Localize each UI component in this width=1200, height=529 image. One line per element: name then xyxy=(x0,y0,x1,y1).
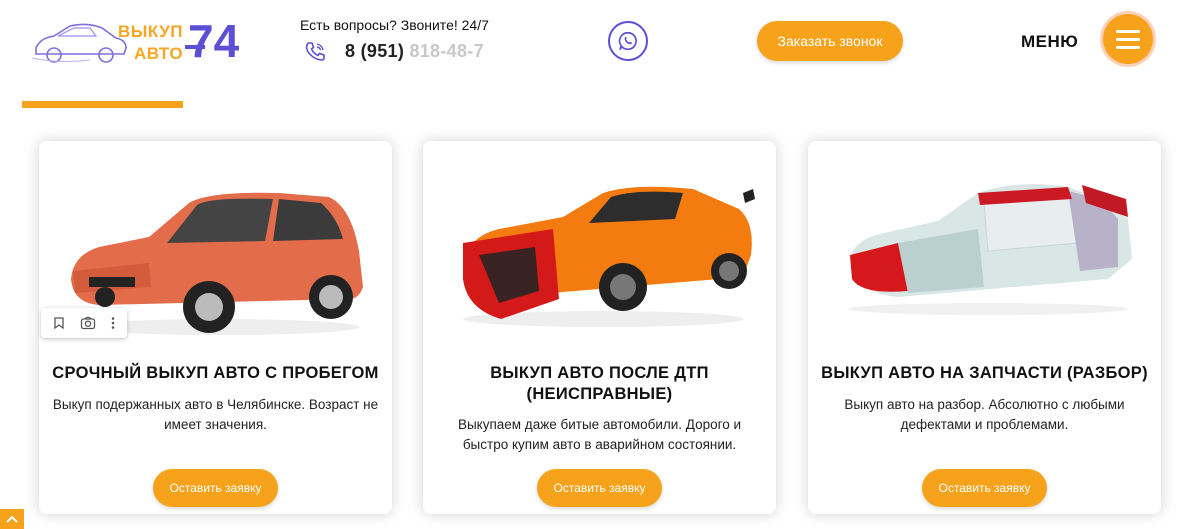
whatsapp-icon xyxy=(618,31,637,51)
phone-number-faded: 818-48-7 xyxy=(409,41,484,61)
burger-line xyxy=(1116,37,1140,41)
burger-line xyxy=(1116,29,1140,33)
submit-request-button[interactable]: Оставить заявку xyxy=(153,469,278,507)
scroll-to-top-button[interactable] xyxy=(0,509,24,529)
logo-text-bottom: АВТО xyxy=(134,44,184,63)
card-description: Выкупаем даже битые автомобили. Дорого и… xyxy=(457,417,742,452)
whatsapp-button[interactable] xyxy=(608,21,648,61)
logo-text-top: ВЫКУП xyxy=(118,22,184,41)
bookmark-icon[interactable] xyxy=(52,316,66,330)
service-card-parts: ВЫКУП АВТО НА ЗАПЧАСТИ (РАЗБОР) Выкуп ав… xyxy=(808,141,1161,514)
phone-icon xyxy=(305,42,325,61)
image-toolbar xyxy=(41,308,127,338)
contact-question: Есть вопросы? Звоните! 24/7 xyxy=(300,17,489,33)
logo-car-icon xyxy=(31,23,127,63)
disassembled-car-body-image xyxy=(848,184,1132,315)
chevron-up-icon xyxy=(6,515,18,523)
page: ВЫКУП АВТО 74 Есть вопросы? Звоните! 24/… xyxy=(0,0,1200,529)
submit-request-button[interactable]: Оставить заявку xyxy=(922,469,1047,507)
menu-burger-button[interactable] xyxy=(1103,14,1153,64)
damaged-orange-sports-car-image xyxy=(463,186,755,327)
lens-camera-icon[interactable] xyxy=(80,316,96,330)
phone-number-main: 8 (951) xyxy=(345,41,410,61)
card-description: Выкуп авто на разбор. Абсолютно с любыми… xyxy=(844,397,1125,432)
phone-number-link[interactable]: 8 (951) 818-48-7 xyxy=(345,41,484,62)
logo-number: 74 xyxy=(188,15,240,67)
service-card-mileage: СРОЧНЫЙ ВЫКУП АВТО С ПРОБЕГОМ Выкуп поде… xyxy=(39,141,392,514)
card-title: СРОЧНЫЙ ВЫКУП АВТО С ПРОБЕГОМ xyxy=(52,364,379,382)
burger-line xyxy=(1116,45,1140,49)
menu-label[interactable]: МЕНЮ xyxy=(1021,32,1078,52)
card-title: ВЫКУП АВТО НА ЗАПЧАСТИ (РАЗБОР) xyxy=(821,364,1148,382)
section-accent-bar xyxy=(22,101,183,108)
card-title: ВЫКУП АВТО ПОСЛЕ ДТП (НЕИСПРАВНЫЕ) xyxy=(490,364,709,403)
service-card-accident: ВЫКУП АВТО ПОСЛЕ ДТП (НЕИСПРАВНЫЕ) Выкуп… xyxy=(423,141,776,514)
more-options-icon[interactable] xyxy=(110,316,116,330)
submit-request-button[interactable]: Оставить заявку xyxy=(537,469,662,507)
site-logo[interactable]: ВЫКУП АВТО 74 xyxy=(30,16,245,72)
card-description: Выкуп подержанных авто в Челябинске. Воз… xyxy=(52,397,379,432)
order-callback-button[interactable]: Заказать звонок xyxy=(757,21,903,61)
